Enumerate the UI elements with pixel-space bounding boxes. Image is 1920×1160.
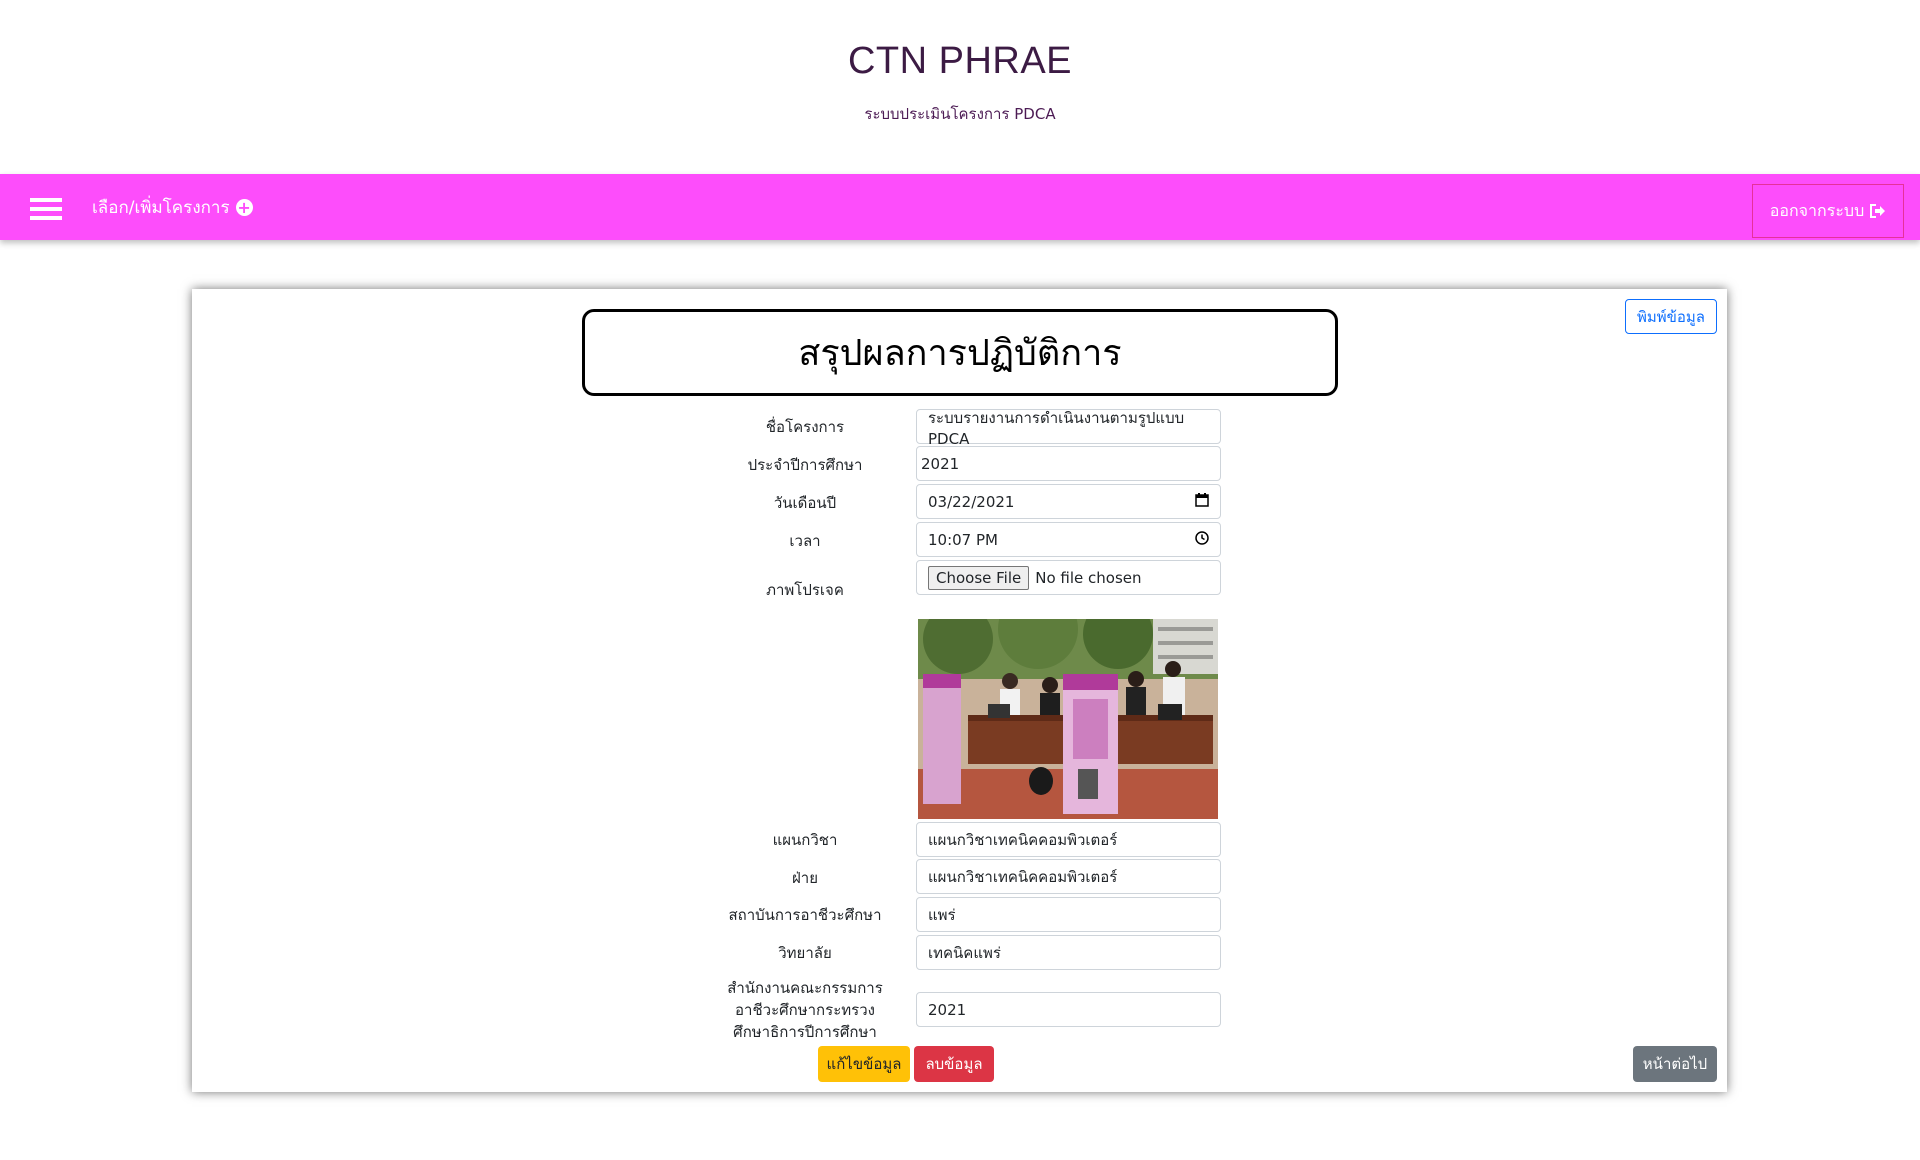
college-field[interactable]: เทคนิคแพร่ [916, 935, 1221, 970]
institute-value: แพร่ [928, 905, 956, 924]
select-project-link[interactable]: เลือก/เพิ่มโครงการ + [92, 194, 253, 221]
calendar-icon[interactable] [1195, 492, 1209, 511]
project-name-label: ชื่อโครงการ [765, 418, 845, 436]
top-navbar: เลือก/เพิ่มโครงการ + ออกจากระบบ [0, 174, 1920, 240]
college-label: วิทยาลัย [778, 944, 832, 962]
project-image-file-input[interactable]: Choose File No file chosen [916, 560, 1221, 595]
institute-label: สถาบันการอาชีวะศึกษา [728, 906, 882, 924]
academic-year-field[interactable]: 2021 [916, 446, 1221, 481]
date-label: วันเดือนปี [773, 494, 837, 512]
time-field[interactable]: 10:07 PM [916, 522, 1221, 557]
choose-file-button[interactable]: Choose File [928, 565, 1030, 590]
project-name-field[interactable]: ระบบรายงานการดำเนินงานตามรูปแบบ PDCA [916, 409, 1221, 448]
time-value: 10:07 PM [928, 530, 998, 549]
logout-button[interactable]: ออกจากระบบ [1752, 184, 1904, 238]
office-label-line2: อาชีวะศึกษากระทรวง [735, 1001, 875, 1019]
site-title: CTN PHRAE [847, 40, 1073, 82]
site-subtitle: ระบบประเมินโครงการ PDCA [864, 105, 1056, 123]
site-header: CTN PHRAE ระบบประเมินโครงการ PDCA [0, 0, 1920, 174]
next-page-button[interactable]: หน้าต่อไป [1633, 1046, 1717, 1082]
department-value: แผนกวิชาเทคนิคคอมพิวเตอร์ [928, 830, 1118, 849]
clock-icon[interactable] [1195, 530, 1209, 549]
date-field[interactable]: 03/22/2021 [916, 484, 1221, 519]
division-field[interactable]: แผนกวิชาเทคนิคคอมพิวเตอร์ [916, 859, 1221, 894]
print-button[interactable]: พิมพ์ข้อมูล [1625, 299, 1717, 334]
project-image-label: ภาพโปรเจค [766, 581, 844, 599]
plus-circle-icon: + [235, 197, 253, 217]
date-value: 03/22/2021 [928, 492, 1015, 511]
project-name-value: ระบบรายงานการดำเนินงานตามรูปแบบ PDCA [928, 408, 1185, 448]
time-label: เวลา [789, 532, 821, 550]
department-field[interactable]: แผนกวิชาเทคนิคคอมพิวเตอร์ [916, 822, 1221, 857]
academic-year-label: ประจำปีการศึกษา [747, 456, 863, 474]
college-value: เทคนิคแพร่ [928, 943, 1001, 962]
division-value: แผนกวิชาเทคนิคคอมพิวเตอร์ [928, 867, 1118, 886]
office-value: 2021 [928, 1000, 967, 1019]
sign-out-icon [1870, 204, 1886, 218]
logout-label: ออกจากระบบ [1769, 200, 1865, 220]
academic-year-value: 2021 [921, 454, 960, 473]
division-label: ฝ่าย [791, 869, 818, 887]
delete-button[interactable]: ลบข้อมูล [914, 1046, 994, 1082]
file-status-text: No file chosen [1035, 568, 1142, 587]
summary-card: พิมพ์ข้อมูล สรุปผลการปฏิบัติการ ชื่อโครง… [192, 289, 1727, 1092]
edit-button[interactable]: แก้ไขข้อมูล [818, 1046, 910, 1082]
hamburger-icon[interactable] [30, 198, 62, 220]
office-label-line3: ศึกษาธิการปีการศึกษา [733, 1023, 877, 1041]
office-label-line1: สำนักงานคณะกรรมการ [727, 979, 883, 997]
select-project-label: เลือก/เพิ่มโครงการ [92, 198, 230, 218]
project-photo [918, 619, 1218, 819]
office-field[interactable]: 2021 [916, 992, 1221, 1027]
page-title: สรุปผลการปฏิบัติการ [582, 309, 1338, 396]
office-label: สำนักงานคณะกรรมการ อาชีวะศึกษากระทรวง ศึ… [690, 977, 920, 1043]
institute-field[interactable]: แพร่ [916, 897, 1221, 932]
department-label: แผนกวิชา [772, 831, 838, 849]
